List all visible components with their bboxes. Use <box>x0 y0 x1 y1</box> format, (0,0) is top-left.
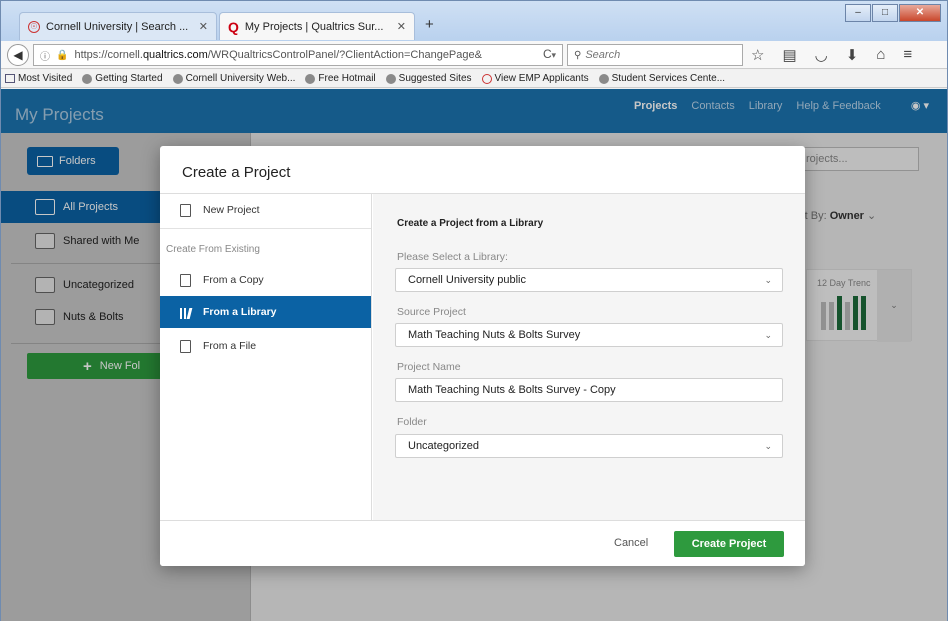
info-icon[interactable]: ⓘ <box>40 48 50 63</box>
chevron-down-icon: ⌄ <box>764 329 772 340</box>
modal-footer: Cancel Create Project <box>160 520 805 566</box>
project-source-menu: New Project Create From Existing From a … <box>160 194 372 520</box>
menu-heading: Create From Existing <box>166 244 260 255</box>
close-window-button[interactable]: ✕ <box>899 4 941 22</box>
qualtrics-favicon-icon: Q <box>228 18 239 35</box>
reload-icon[interactable]: C <box>543 47 552 61</box>
tab-title: My Projects | Qualtrics Sur... <box>244 20 384 33</box>
library-select[interactable]: Cornell University public ⌄ <box>395 268 783 292</box>
folder-select[interactable]: Uncategorized ⌄ <box>395 434 783 458</box>
create-project-modal: Create a Project New Project Create From… <box>160 146 805 566</box>
form-title: Create a Project from a Library <box>397 218 544 229</box>
copy-icon <box>180 273 191 287</box>
download-icon[interactable]: ⬇ <box>846 46 859 64</box>
create-project-button[interactable]: Create Project <box>674 531 784 557</box>
search-icon: ⚲ <box>574 49 582 61</box>
maximize-button[interactable]: □ <box>872 4 898 22</box>
chevron-down-icon: ⌄ <box>764 440 772 451</box>
toolbar-icons: ☆ ▤ ◡ ⬇ ⌂ ≡ <box>751 46 912 64</box>
menu-from-copy[interactable]: From a Copy <box>160 264 371 296</box>
back-button[interactable]: ◀ <box>7 44 29 66</box>
globe-icon <box>172 73 183 84</box>
bookmark-free-hotmail[interactable]: Free Hotmail <box>305 73 376 84</box>
cancel-button[interactable]: Cancel <box>614 537 648 549</box>
lock-icon[interactable]: 🔒 <box>56 50 68 61</box>
bookmark-view-emp[interactable]: View EMP Applicants <box>481 73 589 84</box>
document-icon <box>180 203 191 217</box>
close-tab-icon[interactable]: ✕ <box>199 20 208 33</box>
bookmark-student-services[interactable]: Student Services Cente... <box>598 73 725 84</box>
close-tab-icon[interactable]: ✕ <box>397 20 406 33</box>
project-name-input[interactable]: Math Teaching Nuts & Bolts Survey - Copy <box>395 378 783 402</box>
tab-title: Cornell University | Search ... <box>46 20 189 33</box>
bookmark-star-icon[interactable]: ☆ <box>751 46 764 64</box>
bookmarks-list-icon[interactable]: ▤ <box>782 46 796 64</box>
file-icon <box>180 339 191 353</box>
globe-icon <box>82 73 93 84</box>
folder-label: Folder <box>397 416 427 428</box>
tab-cornell-search[interactable]: ☉ Cornell University | Search ... ✕ <box>19 12 217 40</box>
source-project-label: Source Project <box>397 306 466 318</box>
navigation-bar: ◀ ⓘ 🔒 https://cornell.qualtrics.com/WRQu… <box>1 41 947 69</box>
globe-icon <box>305 73 316 84</box>
cornell-seal-icon <box>481 73 492 84</box>
bookmark-cornell-web[interactable]: Cornell University Web... <box>172 73 295 84</box>
browser-search-box[interactable]: ⚲ <box>567 44 743 66</box>
cornell-favicon-icon: ☉ <box>28 20 40 33</box>
bookmark-most-visited[interactable]: Most Visited <box>5 73 72 84</box>
minimize-button[interactable]: – <box>845 4 871 22</box>
bookmark-suggested-sites[interactable]: Suggested Sites <box>385 73 472 84</box>
window-controls: – □ ✕ <box>845 4 941 22</box>
menu-icon[interactable]: ≡ <box>903 46 912 64</box>
url-dropdown-icon[interactable]: ▾ <box>551 50 562 61</box>
pocket-icon[interactable]: ◡ <box>815 46 828 64</box>
menu-divider <box>160 228 371 229</box>
url-text: https://cornell.qualtrics.com/WRQualtric… <box>74 49 482 61</box>
menu-from-library[interactable]: From a Library <box>160 296 371 328</box>
menu-new-project[interactable]: New Project <box>160 194 371 226</box>
menu-from-file[interactable]: From a File <box>160 330 371 362</box>
tab-bar: ☉ Cornell University | Search ... ✕ Q My… <box>1 1 947 41</box>
library-form: Create a Project from a Library Please S… <box>373 194 805 520</box>
home-icon[interactable]: ⌂ <box>876 46 885 64</box>
library-icon <box>180 306 193 319</box>
tab-my-projects[interactable]: Q My Projects | Qualtrics Sur... ✕ <box>219 12 415 40</box>
library-label: Please Select a Library: <box>397 251 508 263</box>
bookmark-getting-started[interactable]: Getting Started <box>82 73 163 84</box>
globe-icon <box>385 73 396 84</box>
bookmarks-folder-icon <box>5 74 15 83</box>
browser-window: ☉ Cornell University | Search ... ✕ Q My… <box>0 0 948 621</box>
bookmarks-bar: Most Visited Getting Started Cornell Uni… <box>1 70 947 88</box>
source-project-select[interactable]: Math Teaching Nuts & Bolts Survey ⌄ <box>395 323 783 347</box>
qualtrics-page: My Projects Projects Contacts Library He… <box>1 89 947 621</box>
chevron-down-icon: ⌄ <box>764 274 772 285</box>
project-name-label: Project Name <box>397 361 461 373</box>
browser-search-input[interactable] <box>585 49 736 61</box>
modal-title: Create a Project <box>160 146 805 194</box>
new-tab-button[interactable]: + <box>425 16 434 33</box>
globe-icon <box>598 73 609 84</box>
address-bar[interactable]: ⓘ 🔒 https://cornell.qualtrics.com/WRQual… <box>33 44 563 66</box>
